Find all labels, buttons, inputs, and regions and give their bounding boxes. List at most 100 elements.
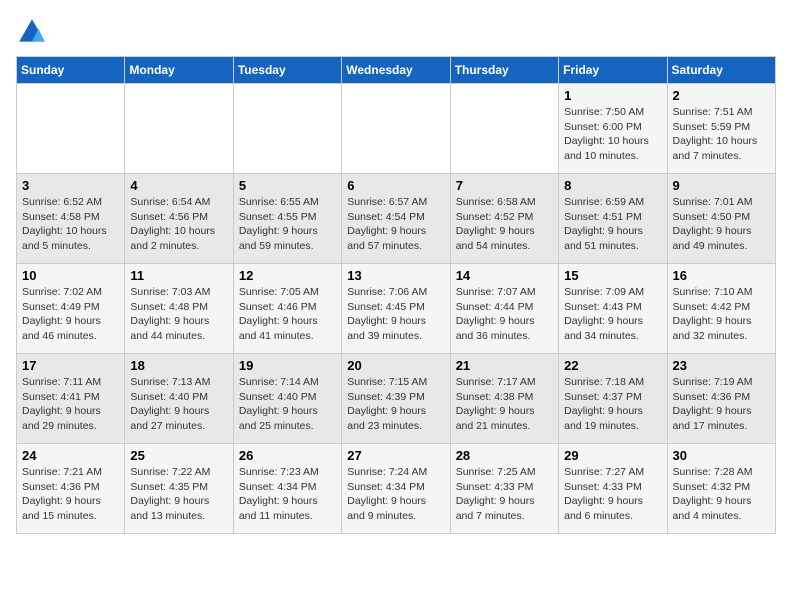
weekday-header-friday: Friday [559,57,667,84]
day-number: 13 [347,268,444,283]
day-info: Sunrise: 7:05 AM Sunset: 4:46 PM Dayligh… [239,285,336,344]
weekday-header-tuesday: Tuesday [233,57,341,84]
weekday-header-wednesday: Wednesday [342,57,450,84]
calendar-cell: 17Sunrise: 7:11 AM Sunset: 4:41 PM Dayli… [17,354,125,444]
day-number: 27 [347,448,444,463]
day-number: 26 [239,448,336,463]
page-header [16,16,776,48]
calendar-cell: 19 Sunrise: 7:14 AM Sunset: 4:40 PM Dayli… [233,354,341,444]
day-info: Sunrise: 6:54 AM Sunset: 4:56 PM Dayligh… [130,195,227,254]
day-number: 20 [347,358,444,373]
weekday-header-sunday: Sunday [17,57,125,84]
day-number: 1 [564,88,661,103]
day-info: Sunrise: 7:24 AM Sunset: 4:34 PM Dayligh… [347,465,444,524]
day-info: Sunrise: 7:18 AM Sunset: 4:37 PM Dayligh… [564,375,661,434]
day-number: 14 [456,268,553,283]
day-number: 25 [130,448,227,463]
day-number: 15 [564,268,661,283]
calendar-cell: 2 Sunrise: 7:51 AM Sunset: 5:59 PM Daylig… [667,84,775,174]
calendar-cell: 21 Sunrise: 7:17 AM Sunset: 4:38 PM Dayli… [450,354,558,444]
weekday-header-row: SundayMondayTuesdayWednesdayThursdayFrid… [17,57,776,84]
calendar-cell: 14 Sunrise: 7:07 AM Sunset: 4:44 PM Dayli… [450,264,558,354]
logo-icon [16,16,48,48]
calendar-table: SundayMondayTuesdayWednesdayThursdayFrid… [16,56,776,534]
calendar-week-row: 1 Sunrise: 7:50 AM Sunset: 6:00 PM Daylig… [17,84,776,174]
day-info: Sunrise: 6:59 AM Sunset: 4:51 PM Dayligh… [564,195,661,254]
calendar-cell: 27 Sunrise: 7:24 AM Sunset: 4:34 PM Dayli… [342,444,450,534]
calendar-cell: 24 Sunrise: 7:21 AM Sunset: 4:36 PM Dayli… [17,444,125,534]
calendar-cell: 30 Sunrise: 7:28 AM Sunset: 4:32 PM Dayli… [667,444,775,534]
calendar-cell: 3 Sunrise: 6:52 AM Sunset: 4:58 PM Daylig… [17,174,125,264]
calendar-cell: 28 Sunrise: 7:25 AM Sunset: 4:33 PM Dayli… [450,444,558,534]
calendar-cell: 23 Sunrise: 7:19 AM Sunset: 4:36 PM Dayli… [667,354,775,444]
day-number: 21 [456,358,553,373]
day-info: Sunrise: 7:10 AM Sunset: 4:42 PM Dayligh… [673,285,770,344]
calendar-cell: 13 Sunrise: 7:06 AM Sunset: 4:45 PM Dayli… [342,264,450,354]
day-number: 16 [673,268,770,283]
calendar-cell: 18 Sunrise: 7:13 AM Sunset: 4:40 PM Dayli… [125,354,233,444]
calendar-cell: 15 Sunrise: 7:09 AM Sunset: 4:43 PM Dayli… [559,264,667,354]
day-info: Sunrise: 7:27 AM Sunset: 4:33 PM Dayligh… [564,465,661,524]
day-number: 24 [22,448,119,463]
day-info: Sunrise: 7:13 AM Sunset: 4:40 PM Dayligh… [130,375,227,434]
day-info: Sunrise: 7:03 AM Sunset: 4:48 PM Dayligh… [130,285,227,344]
day-info: Sunrise: 7:22 AM Sunset: 4:35 PM Dayligh… [130,465,227,524]
calendar-cell [450,84,558,174]
calendar-cell: 4 Sunrise: 6:54 AM Sunset: 4:56 PM Daylig… [125,174,233,264]
day-info: Sunrise: 6:52 AM Sunset: 4:58 PM Dayligh… [22,195,119,254]
day-info: Sunrise: 7:28 AM Sunset: 4:32 PM Dayligh… [673,465,770,524]
day-number: 30 [673,448,770,463]
day-info: Sunrise: 7:25 AM Sunset: 4:33 PM Dayligh… [456,465,553,524]
calendar-cell: 5Sunrise: 6:55 AM Sunset: 4:55 PM Daylig… [233,174,341,264]
logo [16,16,52,48]
calendar-cell: 11 Sunrise: 7:03 AM Sunset: 4:48 PM Dayli… [125,264,233,354]
day-number: 28 [456,448,553,463]
day-number: 7 [456,178,553,193]
calendar-cell: 25 Sunrise: 7:22 AM Sunset: 4:35 PM Dayli… [125,444,233,534]
day-info: Sunrise: 7:06 AM Sunset: 4:45 PM Dayligh… [347,285,444,344]
calendar-cell: 1 Sunrise: 7:50 AM Sunset: 6:00 PM Daylig… [559,84,667,174]
day-info: Sunrise: 7:51 AM Sunset: 5:59 PM Dayligh… [673,105,770,164]
calendar-cell: 20Sunrise: 7:15 AM Sunset: 4:39 PM Dayli… [342,354,450,444]
day-number: 11 [130,268,227,283]
calendar-week-row: 10Sunrise: 7:02 AM Sunset: 4:49 PM Dayli… [17,264,776,354]
calendar-cell: 16 Sunrise: 7:10 AM Sunset: 4:42 PM Dayli… [667,264,775,354]
day-info: Sunrise: 7:21 AM Sunset: 4:36 PM Dayligh… [22,465,119,524]
day-number: 18 [130,358,227,373]
calendar-cell: 10Sunrise: 7:02 AM Sunset: 4:49 PM Dayli… [17,264,125,354]
calendar-cell [125,84,233,174]
day-info: Sunrise: 7:07 AM Sunset: 4:44 PM Dayligh… [456,285,553,344]
day-info: Sunrise: 7:23 AM Sunset: 4:34 PM Dayligh… [239,465,336,524]
day-number: 6 [347,178,444,193]
day-info: Sunrise: 7:19 AM Sunset: 4:36 PM Dayligh… [673,375,770,434]
day-number: 10 [22,268,119,283]
day-number: 22 [564,358,661,373]
day-number: 29 [564,448,661,463]
calendar-cell: 9Sunrise: 7:01 AM Sunset: 4:50 PM Daylig… [667,174,775,264]
day-number: 2 [673,88,770,103]
day-number: 19 [239,358,336,373]
calendar-cell: 6Sunrise: 6:57 AM Sunset: 4:54 PM Daylig… [342,174,450,264]
weekday-header-saturday: Saturday [667,57,775,84]
day-number: 23 [673,358,770,373]
day-number: 12 [239,268,336,283]
day-info: Sunrise: 7:14 AM Sunset: 4:40 PM Dayligh… [239,375,336,434]
calendar-cell: 26 Sunrise: 7:23 AM Sunset: 4:34 PM Dayli… [233,444,341,534]
calendar-cell [342,84,450,174]
weekday-header-thursday: Thursday [450,57,558,84]
day-number: 8 [564,178,661,193]
calendar-week-row: 17Sunrise: 7:11 AM Sunset: 4:41 PM Dayli… [17,354,776,444]
calendar-cell: 7Sunrise: 6:58 AM Sunset: 4:52 PM Daylig… [450,174,558,264]
day-info: Sunrise: 7:17 AM Sunset: 4:38 PM Dayligh… [456,375,553,434]
day-number: 17 [22,358,119,373]
calendar-cell: 29 Sunrise: 7:27 AM Sunset: 4:33 PM Dayli… [559,444,667,534]
day-number: 9 [673,178,770,193]
calendar-week-row: 24 Sunrise: 7:21 AM Sunset: 4:36 PM Dayli… [17,444,776,534]
day-number: 4 [130,178,227,193]
day-info: Sunrise: 7:09 AM Sunset: 4:43 PM Dayligh… [564,285,661,344]
weekday-header-monday: Monday [125,57,233,84]
calendar-cell: 8 Sunrise: 6:59 AM Sunset: 4:51 PM Daylig… [559,174,667,264]
calendar-cell [17,84,125,174]
day-info: Sunrise: 7:50 AM Sunset: 6:00 PM Dayligh… [564,105,661,164]
day-number: 3 [22,178,119,193]
